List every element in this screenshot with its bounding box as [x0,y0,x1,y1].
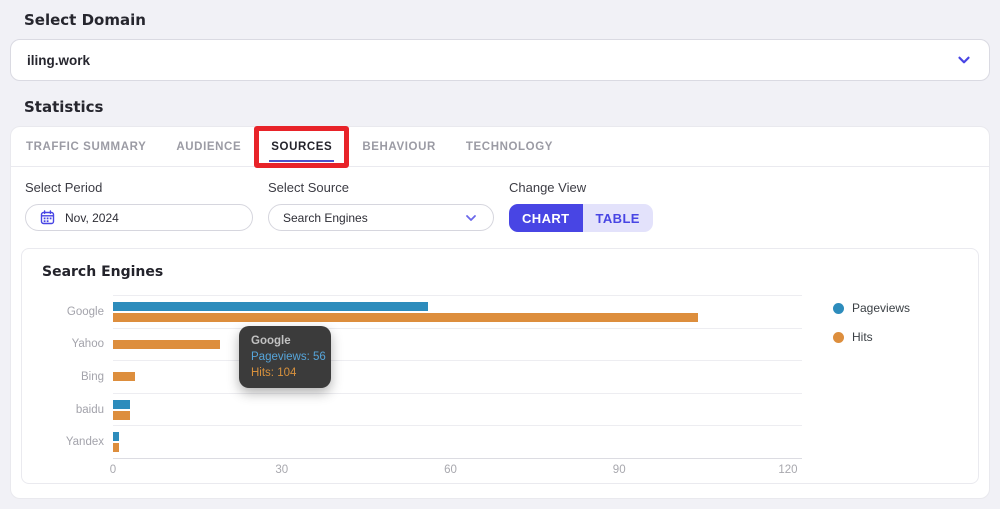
hits-bar[interactable] [113,443,119,453]
tab-sources[interactable]: SOURCES [254,126,350,168]
tab-label: BEHAVIOUR [362,140,436,153]
x-tick-label: 90 [612,464,626,476]
domain-select[interactable]: iling.work [10,39,990,81]
change-view-label: Change View [509,180,587,195]
tab-bar: TRAFFIC SUMMARY AUDIENCE SOURCES BEHAVIOUR T… [11,126,989,168]
chart-row-google: Google [67,296,802,329]
legend-label: Hits [852,330,873,344]
chart-tooltip: Google Pageviews: 56 Hits: 104 [239,326,331,388]
tooltip-category: Google [251,335,291,347]
analytics-page: Select Domain iling.work Statistics TRAF… [0,0,1000,509]
filter-row: Select Period Nov, 2024 Select Source Se… [11,167,989,246]
statistics-panel: TRAFFIC SUMMARY AUDIENCE SOURCES BEHAVIOUR T… [10,126,990,499]
table-view-button[interactable]: TABLE [582,204,653,232]
view-toggle: CHART TABLE [509,204,653,232]
domain-select-value: iling.work [27,52,91,68]
tab-label: TRAFFIC SUMMARY [26,140,147,153]
chevron-down-icon [463,210,479,226]
category-label: Google [66,305,104,318]
hits-bar[interactable] [113,312,698,322]
chart-view-button[interactable]: CHART [509,204,583,232]
chart-x-axis: 0 30 60 90 120 [109,464,802,480]
tab-label: TECHNOLOGY [465,140,554,153]
tab-label: SOURCES [271,140,333,153]
chart-row-yandex: Yandex [66,426,802,459]
x-tick-label: 120 [778,464,798,476]
tab-technology[interactable]: TECHNOLOGY [451,127,568,166]
tooltip-line-pageviews: Pageviews: 56 [251,351,326,363]
source-select[interactable]: Search Engines [268,204,494,231]
category-label: Bing [80,370,104,383]
select-source-label: Select Source [268,180,349,195]
hits-bar[interactable] [113,339,220,349]
period-input[interactable]: Nov, 2024 [25,204,253,231]
x-tick-label: 0 [109,464,117,476]
chart-plot-area: Google Yahoo Bing baidu Yandex [66,295,802,459]
legend-item-pageviews[interactable]: Pageviews [833,301,910,315]
legend-item-hits[interactable]: Hits [833,330,910,344]
category-label: baidu [75,403,104,416]
tab-behaviour[interactable]: BEHAVIOUR [347,127,451,166]
source-select-value: Search Engines [283,210,368,225]
chart-row-baidu: baidu [76,394,802,427]
pageviews-bar[interactable] [113,301,428,311]
pageviews-bar[interactable] [113,399,130,409]
select-period-label: Select Period [25,180,103,195]
pageviews-bar[interactable] [113,432,119,442]
period-filter-group: Select Period Nov, 2024 [25,180,253,232]
tab-label: AUDIENCE [176,140,242,153]
statistics-heading: Statistics [24,98,104,116]
period-value: Nov, 2024 [65,210,119,225]
calendar-icon [40,210,55,225]
chart-row-bing: Bing [81,361,802,394]
hits-bar[interactable] [113,372,136,382]
legend-label: Pageviews [852,301,911,315]
active-tab-underline [269,160,335,162]
tab-traffic-summary[interactable]: TRAFFIC SUMMARY [11,127,161,166]
chart-row-yahoo: Yahoo [72,329,802,362]
chart-card: Search Engines Google Yahoo Bing baidu Yande… [21,248,979,484]
x-tick-label: 30 [275,464,289,476]
select-domain-heading: Select Domain [24,11,146,29]
hits-bar[interactable] [113,410,130,420]
x-tick-label: 60 [444,464,457,476]
chart-legend: Pageviews Hits [833,301,910,344]
tab-audience[interactable]: AUDIENCE [161,127,256,166]
legend-dot [833,331,844,343]
category-label: Yandex [65,436,104,449]
chart-title: Search Engines [42,264,164,280]
tooltip-line-hits: Hits: 104 [251,367,297,379]
chevron-down-icon [955,51,973,69]
category-label: Yahoo [71,338,104,351]
view-filter-group: Change View CHART TABLE [509,180,653,232]
source-filter-group: Select Source Search Engines [268,180,494,232]
legend-dot [833,302,844,314]
